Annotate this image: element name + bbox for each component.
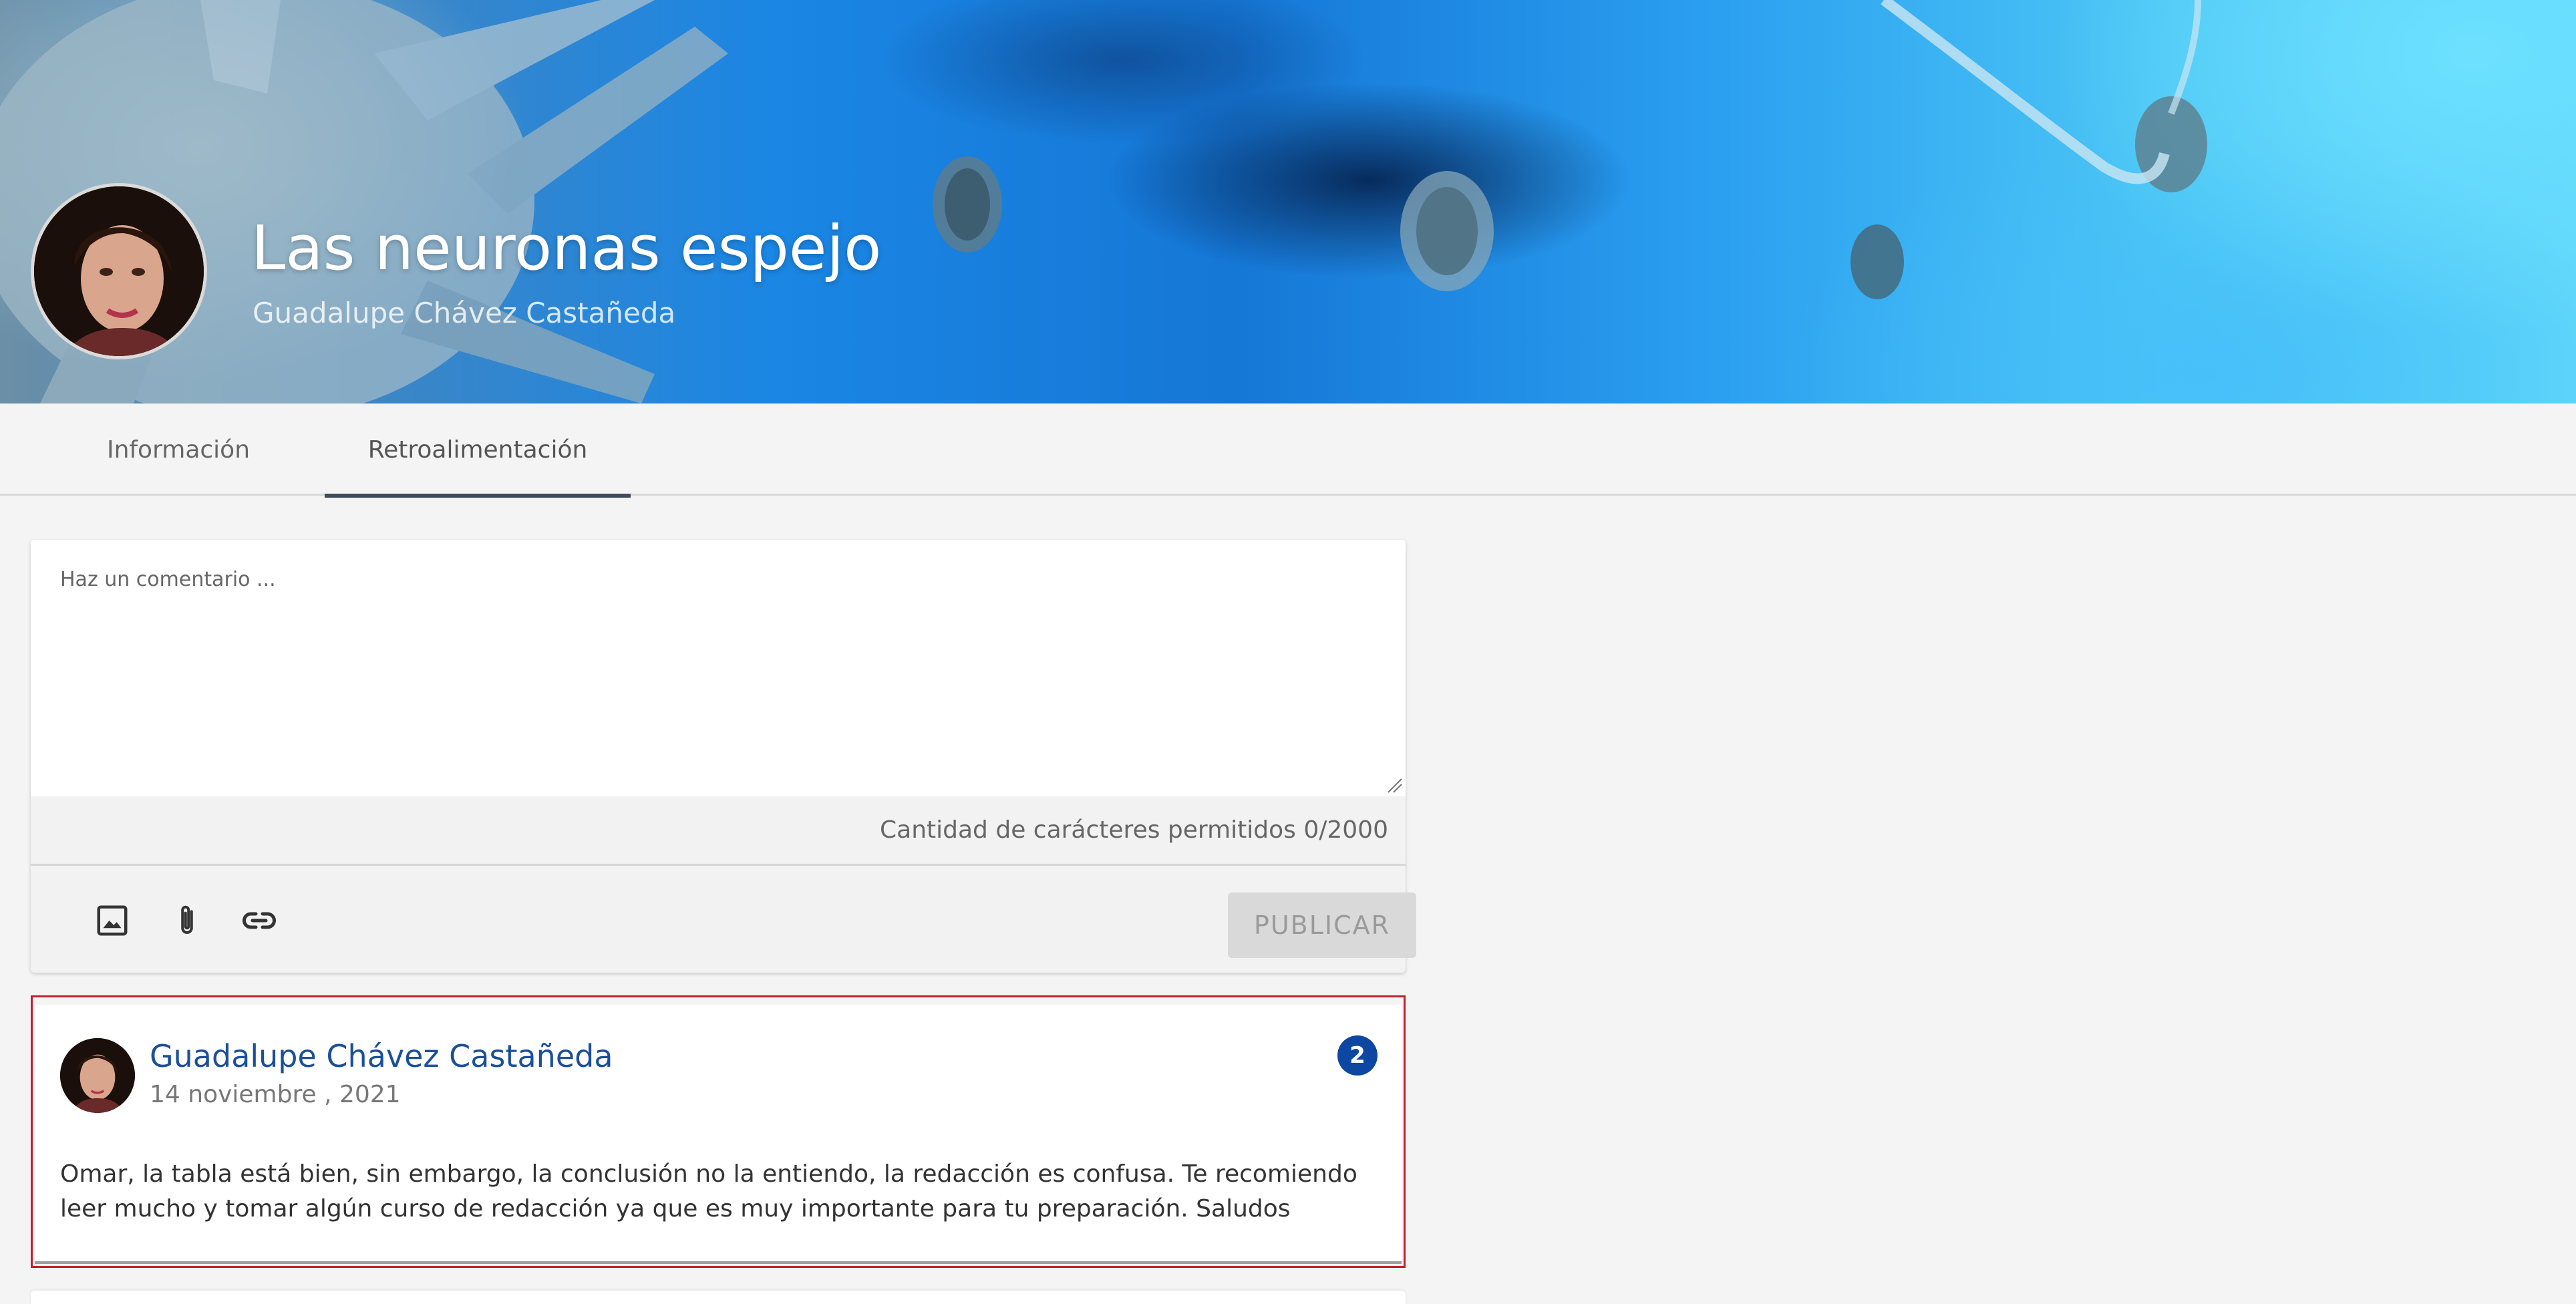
reply-count-badge[interactable]: 2: [1337, 1035, 1378, 1076]
neuron-background-image: [0, 0, 2207, 403]
composer-toolbar: PUBLICAR: [31, 866, 1416, 973]
tab-label: Retroalimentación: [367, 436, 588, 464]
commenter-avatar[interactable]: [60, 1038, 135, 1113]
author-avatar: [31, 183, 207, 359]
link-icon: [243, 912, 276, 929]
tab-retroalimentacion[interactable]: Retroalimentación: [325, 403, 631, 498]
attach-file-button[interactable]: [167, 901, 207, 941]
insert-image-button[interactable]: [92, 901, 132, 941]
character-counter: Cantidad de carácteres permitidos 0/2000: [880, 816, 1388, 844]
resize-handle-icon[interactable]: [1387, 778, 1403, 794]
comment-input[interactable]: [31, 540, 1406, 796]
publish-button[interactable]: PUBLICAR: [1228, 892, 1416, 958]
comment-card: Guadalupe Chávez Castañeda 14 noviembre …: [35, 1005, 1402, 1264]
next-comment-card: [31, 1291, 1406, 1304]
comment-author-link[interactable]: Guadalupe Chávez Castañeda: [150, 1038, 613, 1074]
image-icon: [97, 905, 128, 936]
active-tab-indicator: [325, 494, 631, 498]
course-title: Las neuronas espejo: [251, 212, 882, 284]
course-author: Guadalupe Chávez Castañeda: [253, 297, 676, 329]
tab-label: Información: [106, 436, 251, 464]
comment-body: Omar, la tabla está bien, sin embargo, l…: [60, 1160, 1357, 1222]
tab-bar: Información Retroalimentación: [0, 403, 2576, 498]
course-banner: Las neuronas espejo Guadalupe Chávez Cas…: [0, 0, 2576, 403]
comment-date: 14 noviembre , 2021: [150, 1081, 401, 1108]
character-counter-bar: Cantidad de carácteres permitidos 0/2000: [31, 796, 1406, 866]
page: Las neuronas espejo Guadalupe Chávez Cas…: [0, 0, 2576, 1304]
insert-link-button[interactable]: [239, 901, 279, 941]
author-portrait-icon: [34, 186, 204, 356]
comment-composer: Cantidad de carácteres permitidos 0/2000: [31, 540, 1416, 973]
commenter-portrait-icon: [60, 1038, 135, 1113]
attachment-icon: [181, 905, 193, 935]
tab-informacion[interactable]: Información: [75, 403, 282, 496]
